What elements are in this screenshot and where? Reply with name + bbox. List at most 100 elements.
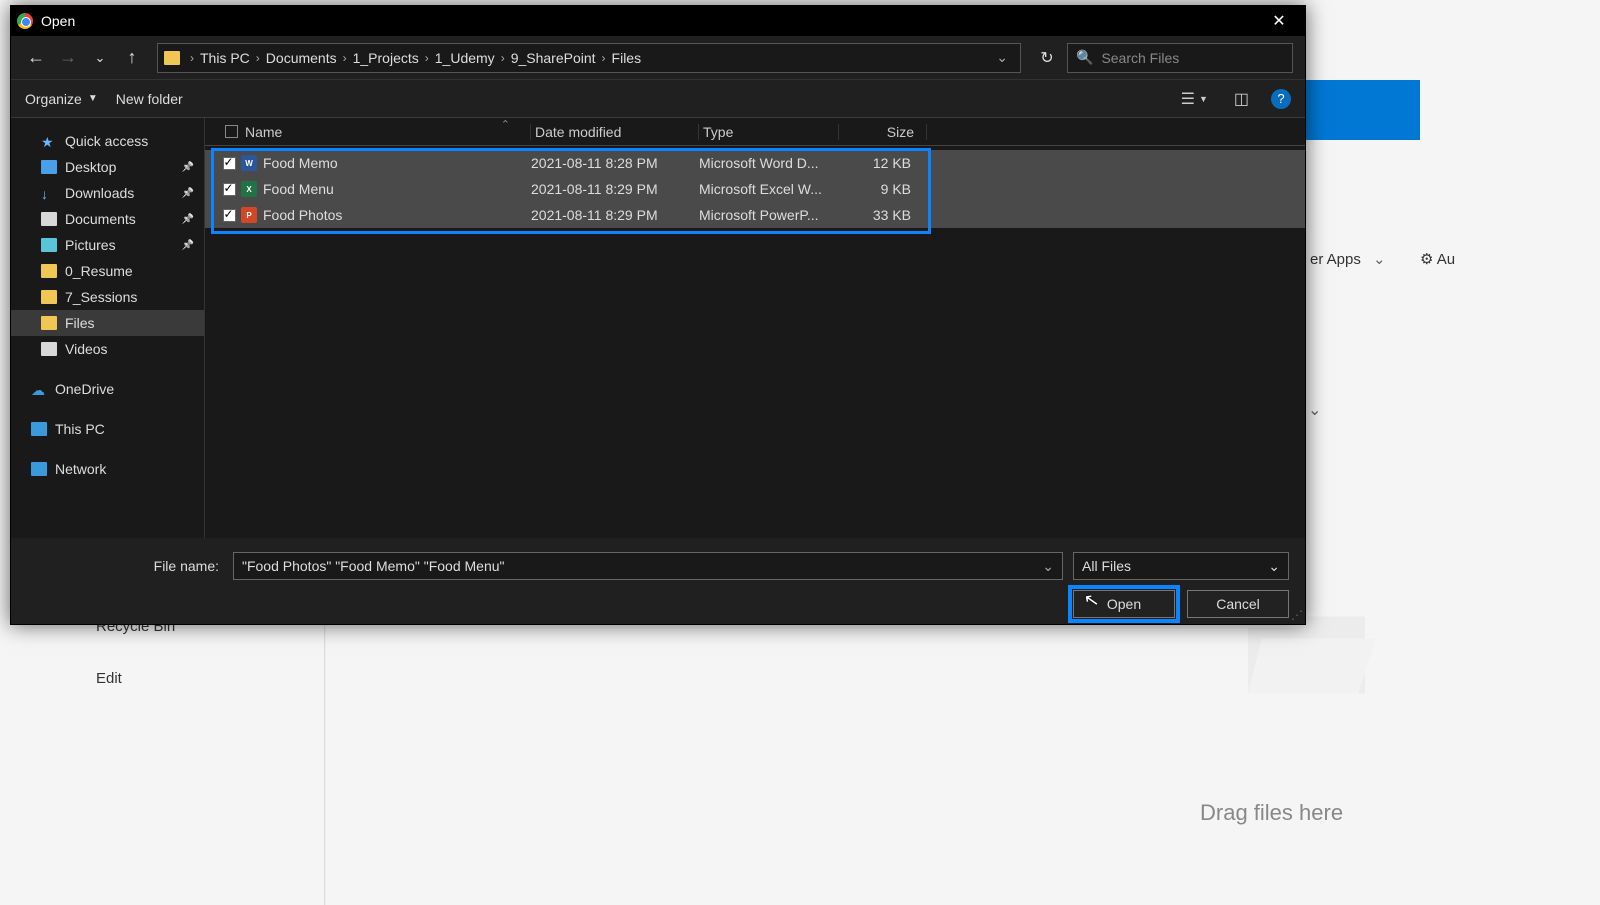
file-row[interactable]: P Food Photos 2021-08-11 8:29 PMMicrosoft … [205, 202, 1305, 228]
breadcrumb-dropdown[interactable]: ⌄ [990, 49, 1014, 66]
sidebar-item-quick-access[interactable]: ★ Quick access [11, 128, 204, 154]
row-checkbox[interactable] [223, 183, 236, 196]
filename-dropdown[interactable]: ⌄ [1042, 558, 1054, 575]
refresh-button[interactable]: ↻ [1033, 44, 1061, 72]
sidebar: ★ Quick access Desktop ↓ Downloads Docum… [11, 118, 205, 538]
filename-value: "Food Photos" "Food Memo" "Food Menu" [242, 558, 505, 574]
breadcrumb-projects[interactable]: 1_Projects [353, 50, 419, 66]
pc-icon [31, 422, 47, 436]
file-row[interactable]: X Food Menu 2021-08-11 8:29 PMMicrosoft Ex… [205, 176, 1305, 202]
folder-icon [164, 51, 180, 65]
sidebar-item-videos[interactable]: Videos [11, 336, 204, 362]
chevron-down-icon: ▼ [1199, 94, 1208, 104]
breadcrumb-this-pc[interactable]: This PC [200, 50, 250, 66]
chevron-right-icon: › [343, 51, 347, 65]
file-name: Food Menu [263, 181, 334, 197]
chevron-right-icon: › [602, 51, 606, 65]
sidebar-item-sessions[interactable]: 7_Sessions [11, 284, 204, 310]
select-all-checkbox[interactable] [225, 125, 238, 138]
search-icon: 🔍 [1076, 49, 1093, 66]
column-header-date[interactable]: Date modified [531, 124, 699, 140]
excel-file-icon: X [241, 181, 257, 197]
network-icon [31, 462, 47, 476]
breadcrumb-documents[interactable]: Documents [266, 50, 337, 66]
sidebar-item-this-pc[interactable]: This PC [11, 416, 204, 442]
file-date: 2021-08-11 8:29 PM [531, 207, 699, 223]
row-checkbox[interactable] [223, 209, 236, 222]
sidebar-item-label: 0_Resume [65, 263, 133, 279]
file-name: Food Memo [263, 155, 338, 171]
breadcrumb-udemy[interactable]: 1_Udemy [435, 50, 495, 66]
back-button[interactable]: ← [23, 45, 49, 71]
sidebar-item-files[interactable]: Files [11, 310, 204, 336]
search-placeholder: Search Files [1101, 50, 1284, 66]
open-file-dialog: Open ✕ ← → ⌄ ↑ › This PC › Documents › 1… [10, 5, 1306, 625]
breadcrumb-sharepoint[interactable]: 9_SharePoint [511, 50, 596, 66]
column-header-size[interactable]: Size [839, 124, 927, 140]
file-size: 9 KB [839, 181, 927, 197]
chevron-right-icon: › [190, 51, 194, 65]
chevron-down-icon[interactable]: ⌄ [1308, 400, 1321, 420]
sidebar-item-label: Quick access [65, 133, 148, 149]
forward-button[interactable]: → [55, 45, 81, 71]
background-automate-link[interactable]: ⚙ Au [1420, 250, 1455, 268]
chevron-right-icon: › [425, 51, 429, 65]
automate-icon: ⚙ [1420, 251, 1433, 268]
ppt-file-icon: P [241, 207, 257, 223]
chevron-right-icon: › [256, 51, 260, 65]
search-input[interactable]: 🔍 Search Files [1067, 43, 1293, 73]
list-view-icon: ☰ [1181, 89, 1195, 109]
sidebar-item-documents[interactable]: Documents [11, 206, 204, 232]
open-button[interactable]: Open [1073, 590, 1175, 618]
sidebar-item-label: Network [55, 461, 106, 477]
file-row[interactable]: WFood Memo2021-08-11 8:28 PMMicrosoft Wo… [205, 150, 1305, 176]
cloud-icon: ☁ [31, 382, 47, 396]
sidebar-item-downloads[interactable]: ↓ Downloads [11, 180, 204, 206]
chrome-icon [17, 13, 33, 29]
sidebar-item-label: Pictures [65, 237, 116, 253]
file-name: Food Photos [263, 207, 342, 223]
view-details-button[interactable]: ☰ ▼ [1177, 85, 1212, 113]
sidebar-item-resume[interactable]: 0_Resume [11, 258, 204, 284]
close-button[interactable]: ✕ [1259, 6, 1299, 36]
organize-menu[interactable]: Organize ▼ [25, 91, 98, 107]
column-header-type[interactable]: Type [699, 124, 839, 140]
background-blue-panel [1300, 80, 1420, 140]
filename-label: File name: [27, 558, 223, 574]
folder-icon [41, 264, 57, 278]
sidebar-item-desktop[interactable]: Desktop [11, 154, 204, 180]
file-type: Microsoft PowerP... [699, 207, 839, 223]
breadcrumb[interactable]: › This PC › Documents › 1_Projects › 1_U… [157, 43, 1021, 73]
resize-grip-icon[interactable]: ⋰ [1291, 608, 1301, 622]
automate-label: Au [1437, 251, 1455, 268]
cancel-button[interactable]: Cancel [1187, 590, 1289, 618]
help-button[interactable]: ? [1271, 89, 1291, 109]
chevron-down-icon: ⌄ [1373, 251, 1386, 268]
column-header-name[interactable]: Name ⌃ [241, 124, 531, 140]
sidebar-item-pictures[interactable]: Pictures [11, 232, 204, 258]
edit-link[interactable]: Edit [96, 670, 122, 687]
recent-dropdown[interactable]: ⌄ [87, 45, 113, 71]
chevron-down-icon: ⌄ [1268, 558, 1280, 575]
breadcrumb-files[interactable]: Files [612, 50, 642, 66]
sidebar-item-network[interactable]: Network [11, 456, 204, 482]
filename-input[interactable]: "Food Photos" "Food Memo" "Food Menu" ⌄ [233, 552, 1063, 580]
file-type: Microsoft Excel W... [699, 181, 839, 197]
file-date: 2021-08-11 8:29 PM [531, 181, 699, 197]
sidebar-item-onedrive[interactable]: ☁ OneDrive [11, 376, 204, 402]
download-icon: ↓ [41, 186, 57, 200]
chevron-right-icon: › [501, 51, 505, 65]
dialog-footer: File name: "Food Photos" "Food Memo" "Fo… [11, 538, 1305, 624]
up-button[interactable]: ↑ [119, 45, 145, 71]
preview-pane-button[interactable]: ◫ [1230, 85, 1253, 113]
folder-icon [41, 316, 57, 330]
file-list: Name ⌃ Date modified Type Size WFood Mem… [205, 118, 1305, 538]
video-icon [41, 342, 57, 356]
background-power-apps-link[interactable]: er Apps ⌄ [1310, 250, 1386, 268]
chevron-down-icon: ▼ [88, 93, 98, 104]
column-header-row: Name ⌃ Date modified Type Size [205, 118, 1305, 146]
folder-icon [41, 290, 57, 304]
file-type-filter[interactable]: All Files ⌄ [1073, 552, 1289, 580]
row-checkbox[interactable] [223, 157, 236, 170]
new-folder-button[interactable]: New folder [116, 91, 183, 107]
